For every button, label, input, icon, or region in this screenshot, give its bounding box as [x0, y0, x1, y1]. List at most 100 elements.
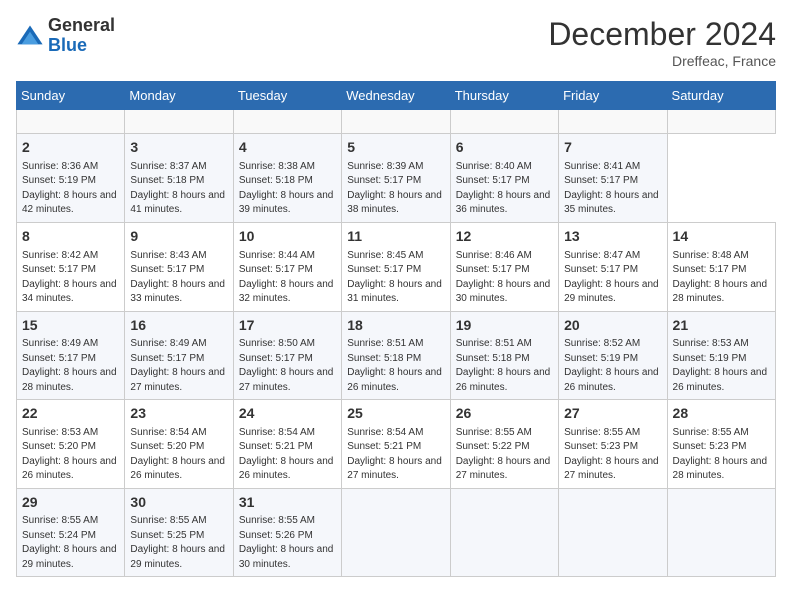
day-number: 25 [347, 404, 444, 424]
day-number: 14 [673, 227, 770, 247]
day-info: Sunrise: 8:41 AMSunset: 5:17 PMDaylight:… [564, 160, 661, 218]
day-info: Sunrise: 8:50 AMSunset: 5:17 PMDaylight:… [239, 337, 336, 395]
day-header-saturday: Saturday [667, 82, 775, 110]
day-info: Sunrise: 8:51 AMSunset: 5:18 PMDaylight:… [347, 337, 444, 395]
day-cell-24: 24Sunrise: 8:54 AMSunset: 5:21 PMDayligh… [233, 400, 341, 489]
day-cell-21: 21Sunrise: 8:53 AMSunset: 5:19 PMDayligh… [667, 311, 775, 400]
day-number: 26 [456, 404, 553, 424]
day-number: 12 [456, 227, 553, 247]
day-info: Sunrise: 8:40 AMSunset: 5:17 PMDaylight:… [456, 160, 553, 218]
day-cell-10: 10Sunrise: 8:44 AMSunset: 5:17 PMDayligh… [233, 222, 341, 311]
page-header: General Blue December 2024 Dreffeac, Fra… [16, 16, 776, 69]
day-number: 4 [239, 138, 336, 158]
day-info: Sunrise: 8:55 AMSunset: 5:26 PMDaylight:… [239, 514, 336, 572]
day-number: 13 [564, 227, 661, 247]
week-row-3: 8Sunrise: 8:42 AMSunset: 5:17 PMDaylight… [17, 222, 776, 311]
logo-icon [16, 22, 44, 50]
day-number: 24 [239, 404, 336, 424]
day-number: 17 [239, 316, 336, 336]
day-number: 7 [564, 138, 661, 158]
day-number: 27 [564, 404, 661, 424]
day-number: 28 [673, 404, 770, 424]
day-number: 30 [130, 493, 227, 513]
day-header-tuesday: Tuesday [233, 82, 341, 110]
empty-cell [559, 488, 667, 577]
day-info: Sunrise: 8:55 AMSunset: 5:24 PMDaylight:… [22, 514, 119, 572]
day-info: Sunrise: 8:38 AMSunset: 5:18 PMDaylight:… [239, 160, 336, 218]
day-number: 8 [22, 227, 119, 247]
day-info: Sunrise: 8:46 AMSunset: 5:17 PMDaylight:… [456, 249, 553, 307]
day-number: 29 [22, 493, 119, 513]
day-cell-22: 22Sunrise: 8:53 AMSunset: 5:20 PMDayligh… [17, 400, 125, 489]
day-info: Sunrise: 8:55 AMSunset: 5:23 PMDaylight:… [564, 426, 661, 484]
day-info: Sunrise: 8:47 AMSunset: 5:17 PMDaylight:… [564, 249, 661, 307]
week-row-2: 2Sunrise: 8:36 AMSunset: 5:19 PMDaylight… [17, 134, 776, 223]
day-info: Sunrise: 8:44 AMSunset: 5:17 PMDaylight:… [239, 249, 336, 307]
day-info: Sunrise: 8:49 AMSunset: 5:17 PMDaylight:… [130, 337, 227, 395]
day-header-monday: Monday [125, 82, 233, 110]
week-row-1 [17, 110, 776, 134]
logo: General Blue [16, 16, 115, 56]
empty-cell [342, 488, 450, 577]
day-header-sunday: Sunday [17, 82, 125, 110]
day-cell-4: 4Sunrise: 8:38 AMSunset: 5:18 PMDaylight… [233, 134, 341, 223]
empty-cell [17, 110, 125, 134]
day-cell-28: 28Sunrise: 8:55 AMSunset: 5:23 PMDayligh… [667, 400, 775, 489]
day-info: Sunrise: 8:53 AMSunset: 5:20 PMDaylight:… [22, 426, 119, 484]
day-info: Sunrise: 8:55 AMSunset: 5:23 PMDaylight:… [673, 426, 770, 484]
day-info: Sunrise: 8:48 AMSunset: 5:17 PMDaylight:… [673, 249, 770, 307]
day-cell-8: 8Sunrise: 8:42 AMSunset: 5:17 PMDaylight… [17, 222, 125, 311]
day-number: 18 [347, 316, 444, 336]
day-info: Sunrise: 8:42 AMSunset: 5:17 PMDaylight:… [22, 249, 119, 307]
day-cell-14: 14Sunrise: 8:48 AMSunset: 5:17 PMDayligh… [667, 222, 775, 311]
day-number: 23 [130, 404, 227, 424]
empty-cell [342, 110, 450, 134]
day-info: Sunrise: 8:55 AMSunset: 5:25 PMDaylight:… [130, 514, 227, 572]
day-cell-2: 2Sunrise: 8:36 AMSunset: 5:19 PMDaylight… [17, 134, 125, 223]
day-info: Sunrise: 8:37 AMSunset: 5:18 PMDaylight:… [130, 160, 227, 218]
day-cell-18: 18Sunrise: 8:51 AMSunset: 5:18 PMDayligh… [342, 311, 450, 400]
empty-cell [450, 110, 558, 134]
day-cell-17: 17Sunrise: 8:50 AMSunset: 5:17 PMDayligh… [233, 311, 341, 400]
day-number: 15 [22, 316, 119, 336]
title-block: December 2024 Dreffeac, France [548, 16, 776, 69]
day-info: Sunrise: 8:36 AMSunset: 5:19 PMDaylight:… [22, 160, 119, 218]
day-number: 10 [239, 227, 336, 247]
day-header-wednesday: Wednesday [342, 82, 450, 110]
day-header-friday: Friday [559, 82, 667, 110]
day-info: Sunrise: 8:39 AMSunset: 5:17 PMDaylight:… [347, 160, 444, 218]
day-number: 3 [130, 138, 227, 158]
day-info: Sunrise: 8:43 AMSunset: 5:17 PMDaylight:… [130, 249, 227, 307]
day-cell-3: 3Sunrise: 8:37 AMSunset: 5:18 PMDaylight… [125, 134, 233, 223]
calendar-table: SundayMondayTuesdayWednesdayThursdayFrid… [16, 81, 776, 577]
day-cell-6: 6Sunrise: 8:40 AMSunset: 5:17 PMDaylight… [450, 134, 558, 223]
day-info: Sunrise: 8:54 AMSunset: 5:21 PMDaylight:… [239, 426, 336, 484]
day-number: 20 [564, 316, 661, 336]
day-cell-23: 23Sunrise: 8:54 AMSunset: 5:20 PMDayligh… [125, 400, 233, 489]
day-info: Sunrise: 8:54 AMSunset: 5:20 PMDaylight:… [130, 426, 227, 484]
day-cell-26: 26Sunrise: 8:55 AMSunset: 5:22 PMDayligh… [450, 400, 558, 489]
day-info: Sunrise: 8:55 AMSunset: 5:22 PMDaylight:… [456, 426, 553, 484]
week-row-4: 15Sunrise: 8:49 AMSunset: 5:17 PMDayligh… [17, 311, 776, 400]
day-number: 5 [347, 138, 444, 158]
day-info: Sunrise: 8:51 AMSunset: 5:18 PMDaylight:… [456, 337, 553, 395]
empty-cell [450, 488, 558, 577]
day-number: 22 [22, 404, 119, 424]
day-info: Sunrise: 8:49 AMSunset: 5:17 PMDaylight:… [22, 337, 119, 395]
day-cell-16: 16Sunrise: 8:49 AMSunset: 5:17 PMDayligh… [125, 311, 233, 400]
empty-cell [667, 488, 775, 577]
day-cell-31: 31Sunrise: 8:55 AMSunset: 5:26 PMDayligh… [233, 488, 341, 577]
day-cell-15: 15Sunrise: 8:49 AMSunset: 5:17 PMDayligh… [17, 311, 125, 400]
day-info: Sunrise: 8:54 AMSunset: 5:21 PMDaylight:… [347, 426, 444, 484]
empty-cell [233, 110, 341, 134]
day-number: 6 [456, 138, 553, 158]
logo-line2: Blue [48, 36, 115, 56]
day-info: Sunrise: 8:45 AMSunset: 5:17 PMDaylight:… [347, 249, 444, 307]
empty-cell [125, 110, 233, 134]
month-title: December 2024 [548, 16, 776, 53]
empty-cell [559, 110, 667, 134]
day-cell-13: 13Sunrise: 8:47 AMSunset: 5:17 PMDayligh… [559, 222, 667, 311]
day-number: 31 [239, 493, 336, 513]
day-cell-30: 30Sunrise: 8:55 AMSunset: 5:25 PMDayligh… [125, 488, 233, 577]
day-number: 2 [22, 138, 119, 158]
